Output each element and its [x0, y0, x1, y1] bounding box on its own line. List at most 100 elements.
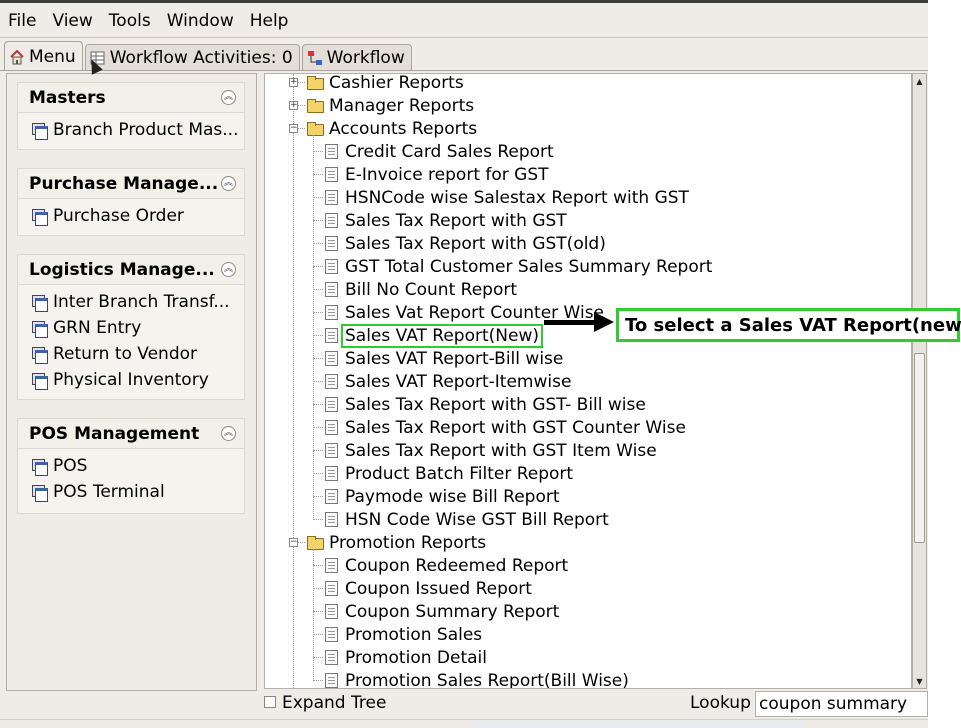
sidebar-item-grn-entry[interactable]: GRN Entry: [18, 315, 244, 341]
tree-node-manager-reports[interactable]: Manager Reports: [307, 94, 474, 117]
collapse-icon[interactable]: ︽: [221, 176, 236, 191]
tree-leaf-report[interactable]: Promotion Detail: [325, 646, 487, 669]
tree-connector: [313, 588, 323, 589]
tree-node-promotion-reports[interactable]: Promotion Reports: [307, 531, 486, 554]
menu-file[interactable]: File: [0, 6, 44, 36]
expand-tree-checkbox[interactable]: [264, 696, 276, 708]
tree-label: Promotion Detail: [345, 647, 487, 668]
tree-leaf-report[interactable]: HSN Code Wise GST Bill Report: [325, 508, 609, 531]
sidebar-item-inter-branch-transfer[interactable]: Inter Branch Transf...: [18, 289, 244, 315]
tree-label: Promotion Reports: [329, 532, 487, 553]
menu-bar: File View Tools Window Help: [0, 6, 928, 36]
tree-leaf-report[interactable]: Sales VAT Report-Bill wise: [325, 347, 563, 370]
collapse-icon[interactable]: ︽: [221, 426, 236, 441]
tree-label: Sales VAT Report-Itemwise: [345, 371, 572, 392]
tree-leaf-report[interactable]: Sales VAT Report-Itemwise: [325, 370, 571, 393]
tree-leaf-report[interactable]: Sales Tax Report with GST Counter Wise: [325, 416, 686, 439]
collapse-icon[interactable]: −: [289, 124, 298, 133]
tree-node-accounts-reports[interactable]: Accounts Reports: [307, 117, 477, 140]
tree-scrollbar[interactable]: ▲ ▼: [912, 73, 927, 689]
tree-label: Coupon Summary Report: [345, 601, 560, 622]
tree-label: Paymode wise Bill Report: [345, 486, 560, 507]
tree-leaf-report[interactable]: Sales Tax Report with GST- Bill wise: [325, 393, 646, 416]
tab-workflow[interactable]: Workflow: [301, 44, 412, 71]
window-icon: [32, 485, 48, 502]
sidebar-group-masters: Masters ︽ Branch Product Mas...: [17, 82, 245, 150]
tree-leaf-report[interactable]: Coupon Summary Report: [325, 600, 559, 623]
scroll-thumb[interactable]: [914, 353, 925, 543]
tree-leaf-report[interactable]: Coupon Issued Report: [325, 577, 532, 600]
workflow-icon: [307, 50, 323, 66]
tree-leaf-report[interactable]: Sales Tax Report with GST(old): [325, 232, 606, 255]
tab-workflow-activities[interactable]: Workflow Activities: 0: [84, 44, 300, 71]
tree-connector: [313, 381, 323, 382]
sidebar-item-purchase-order[interactable]: Purchase Order: [18, 203, 244, 229]
expand-tree-label[interactable]: Expand Tree: [282, 693, 386, 713]
collapse-icon[interactable]: ︽: [221, 90, 236, 105]
group-header[interactable]: POS Management ︽: [18, 419, 244, 449]
expand-icon[interactable]: +: [289, 101, 298, 110]
scroll-up-icon[interactable]: ▲: [913, 74, 926, 88]
sidebar-item-branch-product-master[interactable]: Branch Product Mas...: [18, 117, 244, 143]
group-header[interactable]: Logistics Manage... ︽: [18, 255, 244, 285]
sidebar-item-pos[interactable]: POS: [18, 453, 244, 479]
sidebar-item-pos-terminal[interactable]: POS Terminal: [18, 479, 244, 505]
collapse-icon[interactable]: −: [289, 538, 298, 547]
document-icon: [325, 190, 338, 205]
menu-window[interactable]: Window: [159, 6, 242, 36]
group-title: Purchase Manage...: [29, 173, 219, 194]
menu-view[interactable]: View: [44, 6, 100, 36]
annotation-arrowhead: [594, 312, 614, 332]
tree-connector: [313, 151, 323, 152]
sidebar-item-physical-inventory[interactable]: Physical Inventory: [18, 367, 244, 393]
menu-tools[interactable]: Tools: [101, 6, 159, 36]
tab-menu[interactable]: Menu: [4, 41, 83, 71]
menu-help[interactable]: Help: [242, 6, 297, 36]
annotation-callout: To select a Sales VAT Report(new): [616, 308, 961, 342]
sidebar-group-logistics: Logistics Manage... ︽ Inter Branch Trans…: [17, 254, 245, 400]
status-shade: [472, 722, 806, 728]
tree-label: HSN Code Wise GST Bill Report: [345, 509, 609, 530]
tree-label: Sales VAT Report-Bill wise: [345, 348, 564, 369]
tree-leaf-report[interactable]: GST Total Customer Sales Summary Report: [325, 255, 712, 278]
tree-leaf-report[interactable]: Credit Card Sales Report: [325, 140, 554, 163]
tree-label: Promotion Sales: [345, 624, 483, 645]
document-icon: [325, 650, 338, 665]
document-icon: [325, 581, 338, 596]
tree-label: Credit Card Sales Report: [345, 141, 554, 162]
tree-label: GST Total Customer Sales Summary Report: [345, 256, 713, 277]
tree-label: Sales Tax Report with GST Counter Wise: [345, 417, 686, 438]
group-header[interactable]: Masters ︽: [18, 83, 244, 113]
tree-leaf-report[interactable]: HSNCode wise Salestax Report with GST: [325, 186, 689, 209]
tree-leaf-report[interactable]: Promotion Sales Report(Bill Wise): [325, 669, 629, 688]
tree-connector: [313, 312, 323, 313]
tree-connector: [313, 335, 323, 336]
group-header[interactable]: Purchase Manage... ︽: [18, 169, 244, 199]
tree-leaf-report[interactable]: Coupon Redeemed Report: [325, 554, 568, 577]
tab-underline: [0, 70, 928, 71]
collapse-icon[interactable]: ︽: [221, 262, 236, 277]
scroll-down-icon[interactable]: ▼: [913, 674, 926, 688]
sidebar: Masters ︽ Branch Product Mas... Purchase…: [6, 73, 257, 691]
tree-leaf-report[interactable]: Product Batch Filter Report: [325, 462, 573, 485]
tree-label: HSNCode wise Salestax Report with GST: [345, 187, 689, 208]
document-icon: [325, 673, 338, 688]
group-title: POS Management: [29, 423, 200, 444]
lookup-input[interactable]: [755, 691, 928, 717]
tree-leaf-report[interactable]: Sales Tax Report with GST Item Wise: [325, 439, 657, 462]
document-icon: [325, 397, 338, 412]
tree-leaf-report[interactable]: Bill No Count Report: [325, 278, 517, 301]
tree-leaf-report[interactable]: E-Invoice report for GST: [325, 163, 549, 186]
folder-icon: [307, 99, 324, 113]
document-icon: [325, 420, 338, 435]
tree-leaf-report[interactable]: Promotion Sales: [325, 623, 482, 646]
tree-leaf-report[interactable]: Sales VAT Report(New): [325, 323, 543, 348]
expand-icon[interactable]: +: [289, 78, 298, 87]
tree-leaf-report[interactable]: Paymode wise Bill Report: [325, 485, 560, 508]
sidebar-item-return-to-vendor[interactable]: Return to Vendor: [18, 341, 244, 367]
tree-leaf-report[interactable]: Sales Tax Report with GST: [325, 209, 567, 232]
document-icon: [325, 443, 338, 458]
document-icon: [325, 489, 338, 504]
application-window: File View Tools Window Help Menu Workflo…: [0, 0, 928, 728]
tree-node-cashier-reports[interactable]: Cashier Reports: [307, 74, 464, 94]
